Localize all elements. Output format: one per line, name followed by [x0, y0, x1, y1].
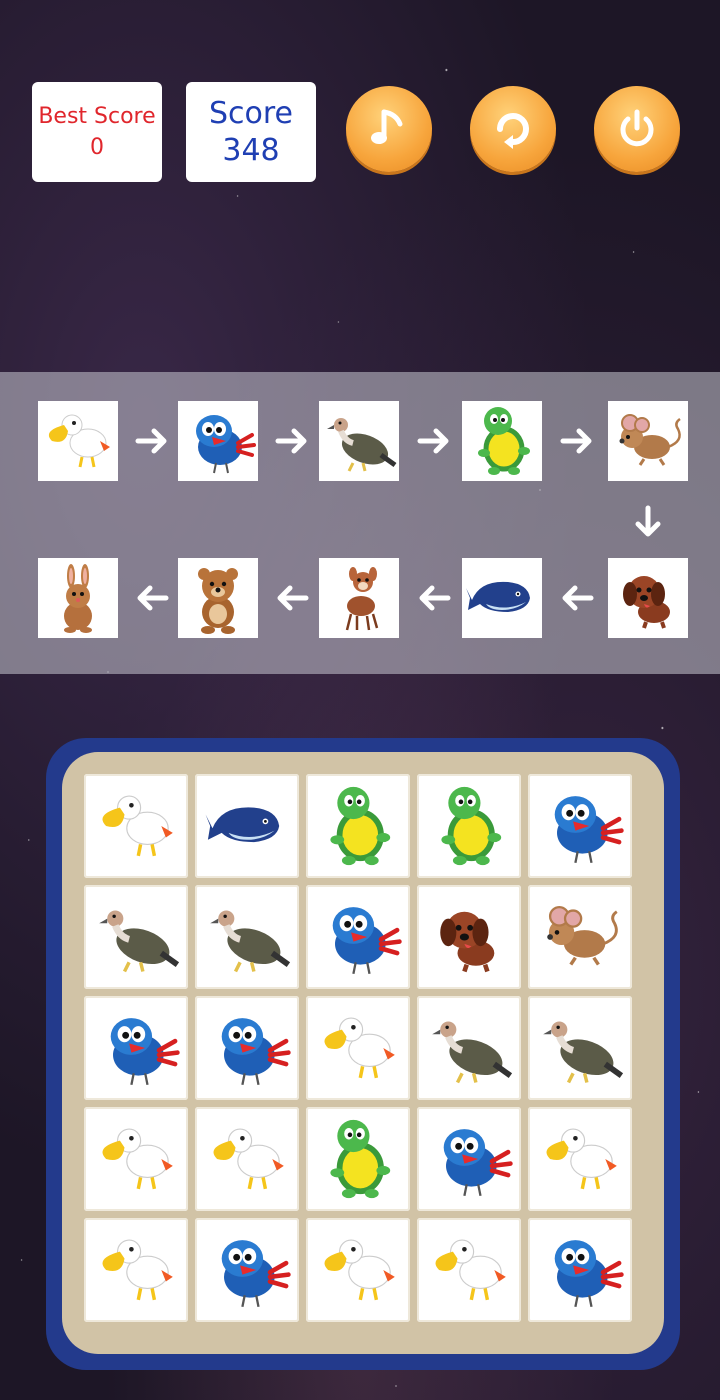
- board-tile-bluebird[interactable]: [84, 996, 188, 1100]
- chain-tile: [319, 558, 399, 638]
- vulture-icon: [327, 418, 397, 472]
- mouse-icon: [619, 414, 681, 466]
- best-score-label: Best Score: [38, 104, 156, 129]
- board-tile-bluebird[interactable]: [306, 885, 410, 989]
- pelican-icon: [435, 1239, 506, 1301]
- arrow-left-icon: [562, 585, 594, 611]
- pelican-icon: [48, 414, 110, 468]
- board-tile-pelican[interactable]: [417, 1218, 521, 1322]
- board-tile-bluebird[interactable]: [417, 1107, 521, 1211]
- board-tile-bluebird[interactable]: [195, 1218, 299, 1322]
- board-tile-pelican[interactable]: [528, 1107, 632, 1211]
- vulture-icon: [210, 910, 291, 973]
- pelican-icon: [102, 1239, 173, 1301]
- board-tile-vulture[interactable]: [417, 996, 521, 1100]
- arrow-right-icon: [135, 428, 167, 454]
- chain-tile: [319, 401, 399, 481]
- arrow-left-icon: [419, 585, 451, 611]
- arrow-right-icon: [560, 428, 592, 454]
- bear-icon: [198, 568, 238, 634]
- music-note-icon: [371, 109, 403, 144]
- board-tile-pelican[interactable]: [306, 996, 410, 1100]
- arrow-right-icon: [275, 428, 307, 454]
- evolution-chain-panel: [0, 372, 720, 674]
- chain-tile: [462, 401, 542, 481]
- turtle-icon: [441, 786, 502, 866]
- vulture-icon: [99, 910, 180, 973]
- power-button[interactable]: [594, 86, 680, 172]
- board-tile-bluebird[interactable]: [528, 774, 632, 878]
- chain-tile: [178, 558, 258, 638]
- chain-tile: [608, 558, 688, 638]
- whale-icon: [466, 581, 530, 612]
- chain-tile: [178, 401, 258, 481]
- pelican-icon: [102, 795, 173, 857]
- vulture-icon: [543, 1021, 624, 1084]
- board-tile-turtle[interactable]: [417, 774, 521, 878]
- turtle-icon: [330, 786, 391, 866]
- board-tile-turtle[interactable]: [306, 774, 410, 878]
- bluebird-icon: [110, 1018, 180, 1086]
- board-tile-bluebird[interactable]: [528, 1218, 632, 1322]
- power-icon: [620, 109, 654, 147]
- bluebird-icon: [554, 1240, 624, 1308]
- board-tile-whale[interactable]: [195, 774, 299, 878]
- bluebird-icon: [332, 907, 402, 975]
- board-tile-pelican[interactable]: [195, 1107, 299, 1211]
- puppy-icon: [623, 576, 670, 629]
- rabbit-icon: [64, 564, 92, 633]
- board-tile-vulture[interactable]: [528, 996, 632, 1100]
- arrow-left-icon: [137, 585, 169, 611]
- board-tile-vulture[interactable]: [195, 885, 299, 989]
- whale-icon: [205, 807, 280, 843]
- board-tile-vulture[interactable]: [84, 885, 188, 989]
- arrow-right-icon: [417, 428, 449, 454]
- board-tile-puppy[interactable]: [417, 885, 521, 989]
- restart-icon: [497, 113, 529, 149]
- turtle-icon: [478, 407, 530, 475]
- pelican-icon: [324, 1017, 395, 1079]
- pelican-icon: [213, 1128, 284, 1190]
- board-tile-mouse[interactable]: [528, 885, 632, 989]
- deer-icon: [345, 567, 379, 631]
- mouse-icon: [547, 905, 618, 966]
- vulture-icon: [432, 1021, 513, 1084]
- board-tile-turtle[interactable]: [306, 1107, 410, 1211]
- board-tile-pelican[interactable]: [84, 1218, 188, 1322]
- chain-tile: [38, 558, 118, 638]
- score-value: 348: [222, 133, 280, 168]
- chain-tile: [608, 401, 688, 481]
- bluebird-icon: [443, 1129, 513, 1197]
- bluebird-icon: [554, 796, 624, 864]
- bluebird-icon: [221, 1240, 291, 1308]
- best-score-value: 0: [90, 135, 104, 160]
- chain-tile: [462, 558, 542, 638]
- board-tile-pelican[interactable]: [84, 1107, 188, 1211]
- pelican-icon: [546, 1128, 617, 1190]
- pelican-icon: [102, 1128, 173, 1190]
- score-label: Score: [208, 96, 294, 131]
- chain-tile: [38, 401, 118, 481]
- turtle-icon: [330, 1119, 391, 1199]
- game-board: [62, 752, 664, 1354]
- pelican-icon: [324, 1239, 395, 1301]
- board-tile-pelican[interactable]: [84, 774, 188, 878]
- music-button[interactable]: [346, 86, 432, 172]
- board-tile-pelican[interactable]: [306, 1218, 410, 1322]
- bluebird-icon: [196, 415, 256, 474]
- arrow-down-icon: [635, 505, 661, 537]
- score-panel: Score 348: [186, 82, 316, 182]
- bluebird-icon: [221, 1018, 291, 1086]
- puppy-icon: [440, 911, 495, 973]
- arrow-left-icon: [277, 585, 309, 611]
- board-tile-bluebird[interactable]: [195, 996, 299, 1100]
- restart-button[interactable]: [470, 86, 556, 172]
- best-score-panel: Best Score 0: [32, 82, 162, 182]
